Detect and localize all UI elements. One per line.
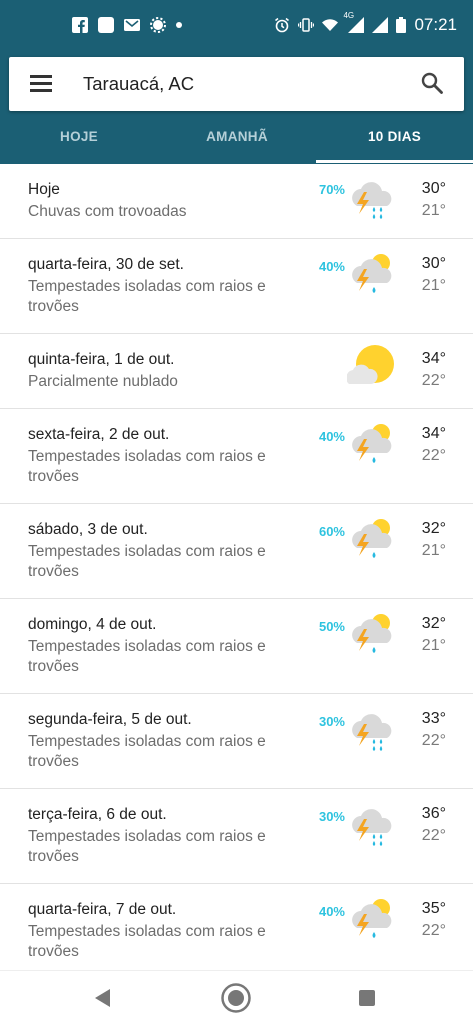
forecast-condition: Tempestades isoladas com raios e trovões (28, 638, 266, 675)
gmail-icon (124, 19, 140, 31)
low-temp: 22° (421, 447, 446, 464)
precipitation-chance: 50% (318, 619, 345, 634)
high-temp: 30° (421, 255, 446, 272)
forecast-day: Hoje (28, 181, 60, 198)
isolated-thunderstorm-icon (347, 894, 397, 944)
forecast-day: terça-feira, 6 de out. (28, 806, 167, 823)
high-temp: 34° (421, 350, 446, 367)
clock: 07:21 (414, 15, 457, 34)
precipitation-chance: 30% (318, 714, 345, 729)
forecast-day: sábado, 3 de out. (28, 521, 148, 538)
precipitation-chance: 30% (318, 809, 345, 824)
forecast-day: quinta-feira, 1 de out. (28, 351, 175, 368)
low-temp: 22° (421, 732, 446, 749)
app-square-icon (98, 17, 114, 33)
forecast-row[interactable]: domingo, 4 de out. Tempestades isoladas c… (0, 599, 473, 694)
signal-icon: 4G (343, 11, 365, 33)
thunderstorm-icon (347, 704, 397, 754)
tab-amanha[interactable]: AMANHÃ (158, 114, 316, 164)
forecast-day: segunda-feira, 5 de out. (28, 711, 192, 728)
isolated-thunderstorm-icon (347, 249, 397, 299)
tab-hoje[interactable]: HOJE (0, 114, 158, 164)
high-temp: 30° (421, 180, 446, 197)
isolated-thunderstorm-icon (347, 514, 397, 564)
dot-icon (176, 22, 182, 28)
forecast-day: quarta-feira, 30 de set. (28, 256, 184, 273)
low-temp: 21° (421, 202, 446, 219)
forecast-condition: Tempestades isoladas com raios e trovões (28, 828, 266, 865)
forecast-day: domingo, 4 de out. (28, 616, 157, 633)
active-tab-indicator (316, 160, 473, 163)
precipitation-chance: 40% (318, 904, 345, 919)
low-temp: 22° (421, 922, 446, 939)
forecast-condition: Tempestades isoladas com raios e trovões (28, 278, 266, 315)
forecast-condition: Tempestades isoladas com raios e trovões (28, 733, 266, 770)
hamburger-menu-icon[interactable] (30, 75, 52, 93)
low-temp: 21° (421, 542, 446, 559)
search-bar[interactable]: Tarauacá, AC (9, 57, 464, 111)
forecast-condition: Tempestades isoladas com raios e trovões (28, 448, 266, 485)
search-icon[interactable] (420, 71, 444, 95)
high-temp: 35° (421, 900, 446, 917)
forecast-day: sexta-feira, 2 de out. (28, 426, 170, 443)
facebook-icon (72, 17, 88, 33)
forecast-condition: Parcialmente nublado (28, 373, 178, 390)
low-temp: 22° (421, 827, 446, 844)
precipitation-chance: 70% (318, 182, 345, 197)
wifi-icon (322, 19, 339, 31)
home-icon[interactable] (220, 982, 252, 1014)
tab-10-dias[interactable]: 10 DIAS (316, 114, 473, 164)
signal-icon (372, 17, 389, 33)
forecast-tabs: HOJE AMANHÃ 10 DIAS (0, 114, 473, 164)
forecast-row[interactable]: sexta-feira, 2 de out. Tempestades isolad… (0, 409, 473, 504)
partly-cloudy-icon (346, 342, 397, 392)
isolated-thunderstorm-icon (347, 609, 397, 659)
thunderstorm-icon (347, 799, 397, 849)
vibrate-icon (298, 18, 315, 32)
navigation-bar (0, 970, 473, 1024)
system-icons: 4G 07:21 (274, 11, 457, 35)
recent-apps-icon[interactable] (359, 990, 375, 1006)
notification-icons (72, 17, 182, 33)
settings-gear-icon (150, 17, 166, 33)
low-temp: 21° (421, 637, 446, 654)
precipitation-chance: 60% (318, 524, 345, 539)
battery-icon (396, 17, 407, 33)
forecast-row[interactable]: quarta-feira, 30 de set. Tempestades isol… (0, 239, 473, 334)
high-temp: 36° (421, 805, 446, 822)
status-bar: 4G 07:21 (0, 0, 473, 54)
forecast-condition: Tempestades isoladas com raios e trovões (28, 543, 266, 580)
thunderstorm-icon (347, 172, 397, 222)
isolated-thunderstorm-icon (347, 419, 397, 469)
low-temp: 21° (421, 277, 446, 294)
forecast-condition: Chuvas com trovoadas (28, 203, 187, 220)
back-icon[interactable] (92, 987, 114, 1009)
high-temp: 32° (421, 615, 446, 632)
forecast-row[interactable]: terça-feira, 6 de out. Tempestades isolad… (0, 789, 473, 884)
high-temp: 33° (421, 710, 446, 727)
forecast-row[interactable]: quinta-feira, 1 de out. Parcialmente nubl… (0, 334, 473, 409)
forecast-list[interactable]: Hoje Chuvas com trovoadas 70% 30° 21° quarta-… (0, 164, 473, 970)
forecast-row[interactable]: segunda-feira, 5 de out. Tempestades isol… (0, 694, 473, 789)
high-temp: 34° (421, 425, 446, 442)
precipitation-chance: 40% (318, 259, 345, 274)
low-temp: 22° (421, 372, 446, 389)
precipitation-chance: 40% (318, 429, 345, 444)
forecast-row[interactable]: quarta-feira, 7 de out. Tempestades isola… (0, 884, 473, 970)
high-temp: 32° (421, 520, 446, 537)
location-name[interactable]: Tarauacá, AC (83, 73, 194, 95)
forecast-row[interactable]: sábado, 3 de out. Tempestades isoladas co… (0, 504, 473, 599)
alarm-icon (275, 17, 290, 33)
forecast-row[interactable]: Hoje Chuvas com trovoadas 70% 30° 21° (0, 164, 473, 239)
forecast-day: quarta-feira, 7 de out. (28, 901, 177, 918)
forecast-condition: Tempestades isoladas com raios e trovões (28, 923, 266, 960)
